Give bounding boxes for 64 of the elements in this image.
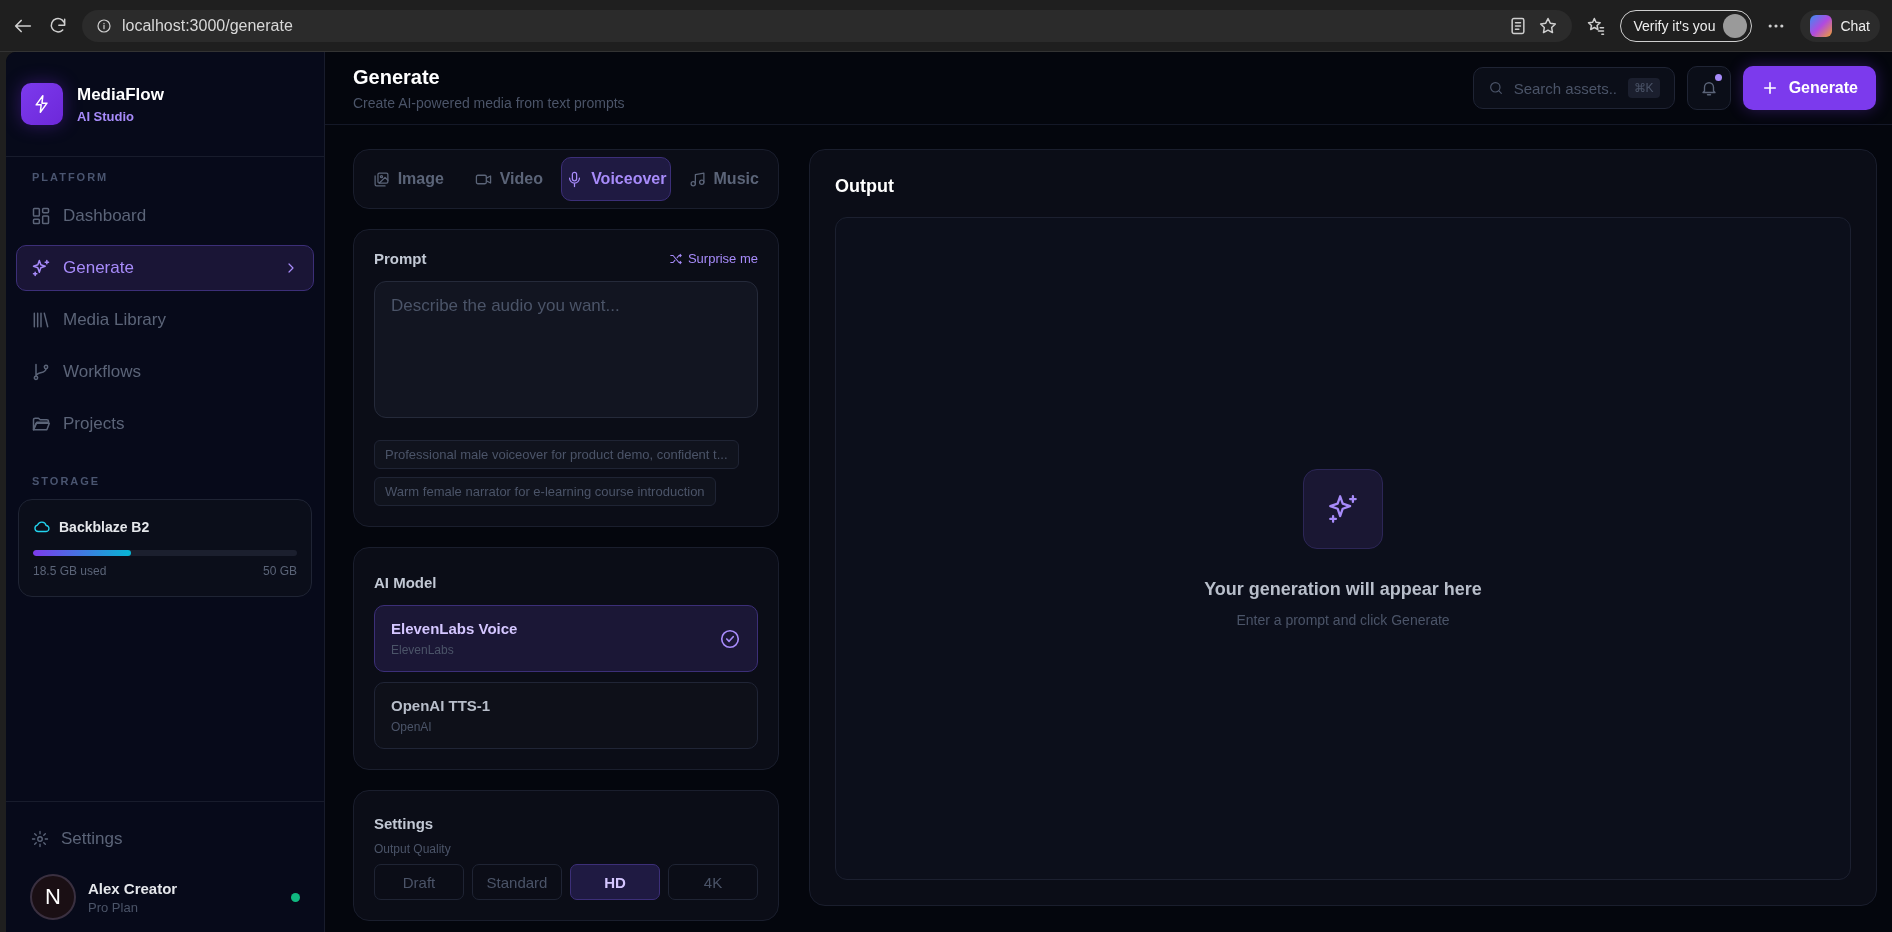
nav-item[interactable]: Projects [16, 401, 314, 447]
quality-option[interactable]: Standard [472, 864, 562, 900]
media-tab[interactable]: Video [460, 157, 558, 201]
settings-item[interactable]: Settings [16, 816, 138, 862]
notifications-button[interactable] [1686, 66, 1731, 110]
avatar-icon [1723, 13, 1748, 38]
media-tab[interactable]: Voiceover [561, 157, 672, 201]
surprise-me-link[interactable]: Surprise me [668, 251, 758, 266]
user-name: Alex Creator [88, 879, 179, 897]
card-title: Settings [374, 815, 435, 832]
page-subtitle: Create AI-powered media from text prompts [353, 94, 626, 111]
music-note-icon [688, 170, 706, 188]
user-plan: Pro Plan [88, 899, 139, 915]
nav-item[interactable]: Dashboard [16, 193, 314, 239]
nav-item[interactable]: Media Library [16, 297, 314, 343]
quality-option[interactable]: Draft [374, 864, 464, 900]
settings-icon [31, 830, 49, 848]
check-circle-icon [719, 627, 741, 650]
nav-item[interactable]: Workflows [16, 349, 314, 395]
generate-button[interactable]: Generate [1742, 66, 1876, 110]
model-option[interactable]: ElevenLabs Voice ElevenLabs [374, 605, 758, 672]
sparkles-icon [1303, 469, 1383, 549]
shuffle-icon [668, 251, 683, 266]
suggestion-chip[interactable]: Warm female narrator for e-learning course introduction [374, 477, 716, 506]
model-option[interactable]: OpenAI TTS-1 OpenAI [374, 682, 758, 749]
storage-total: 50 GB [262, 564, 297, 578]
sparkles-icon [31, 258, 51, 278]
card-title: Prompt [374, 250, 427, 267]
search-icon [1487, 80, 1504, 96]
user-avatar: N [30, 874, 76, 920]
grid-icon [31, 206, 51, 226]
panel-title: Output [835, 176, 895, 197]
media-tab[interactable]: Music [675, 157, 772, 201]
storage-used: 18.5 GB used [33, 564, 107, 578]
suggestion-chip[interactable]: Professional male voiceover for product demo, confident t... [374, 440, 739, 469]
reload-icon[interactable] [48, 15, 68, 36]
brand-subtitle: AI Studio [77, 108, 136, 124]
info-icon [96, 17, 112, 34]
media-tab[interactable]: Image [360, 157, 457, 201]
search-input[interactable]: Search assets... [1513, 79, 1618, 97]
image-icon [372, 170, 390, 188]
folder-icon [31, 414, 51, 434]
field-label: Output Quality [374, 842, 452, 856]
section-label: STORAGE [31, 474, 102, 489]
card-title: AI Model [374, 574, 438, 591]
address-bar[interactable]: localhost:3000/generate [82, 9, 1573, 42]
favorites-icon[interactable] [1586, 15, 1607, 36]
lightning-logo-icon [21, 83, 63, 125]
brand-name: MediaFlow [77, 84, 164, 105]
empty-title: Your generation will appear here [1204, 579, 1482, 600]
bell-icon [1699, 79, 1718, 97]
nav-item[interactable]: Generate [16, 245, 314, 291]
prompt-input[interactable]: Describe the audio you want... [374, 281, 758, 418]
star-icon[interactable] [1538, 15, 1559, 36]
books-icon [31, 310, 51, 330]
section-label: PLATFORM [31, 170, 110, 185]
branch-icon [31, 362, 51, 382]
storage-name: Backblaze B2 [59, 519, 150, 535]
copilot-icon [1810, 14, 1833, 37]
page-title: Generate [353, 65, 441, 89]
quality-option[interactable]: 4K [668, 864, 758, 900]
quality-option[interactable]: HD [570, 864, 660, 900]
empty-hint: Enter a prompt and click Generate [1236, 612, 1450, 628]
chat-button[interactable]: Chat [1800, 9, 1880, 42]
